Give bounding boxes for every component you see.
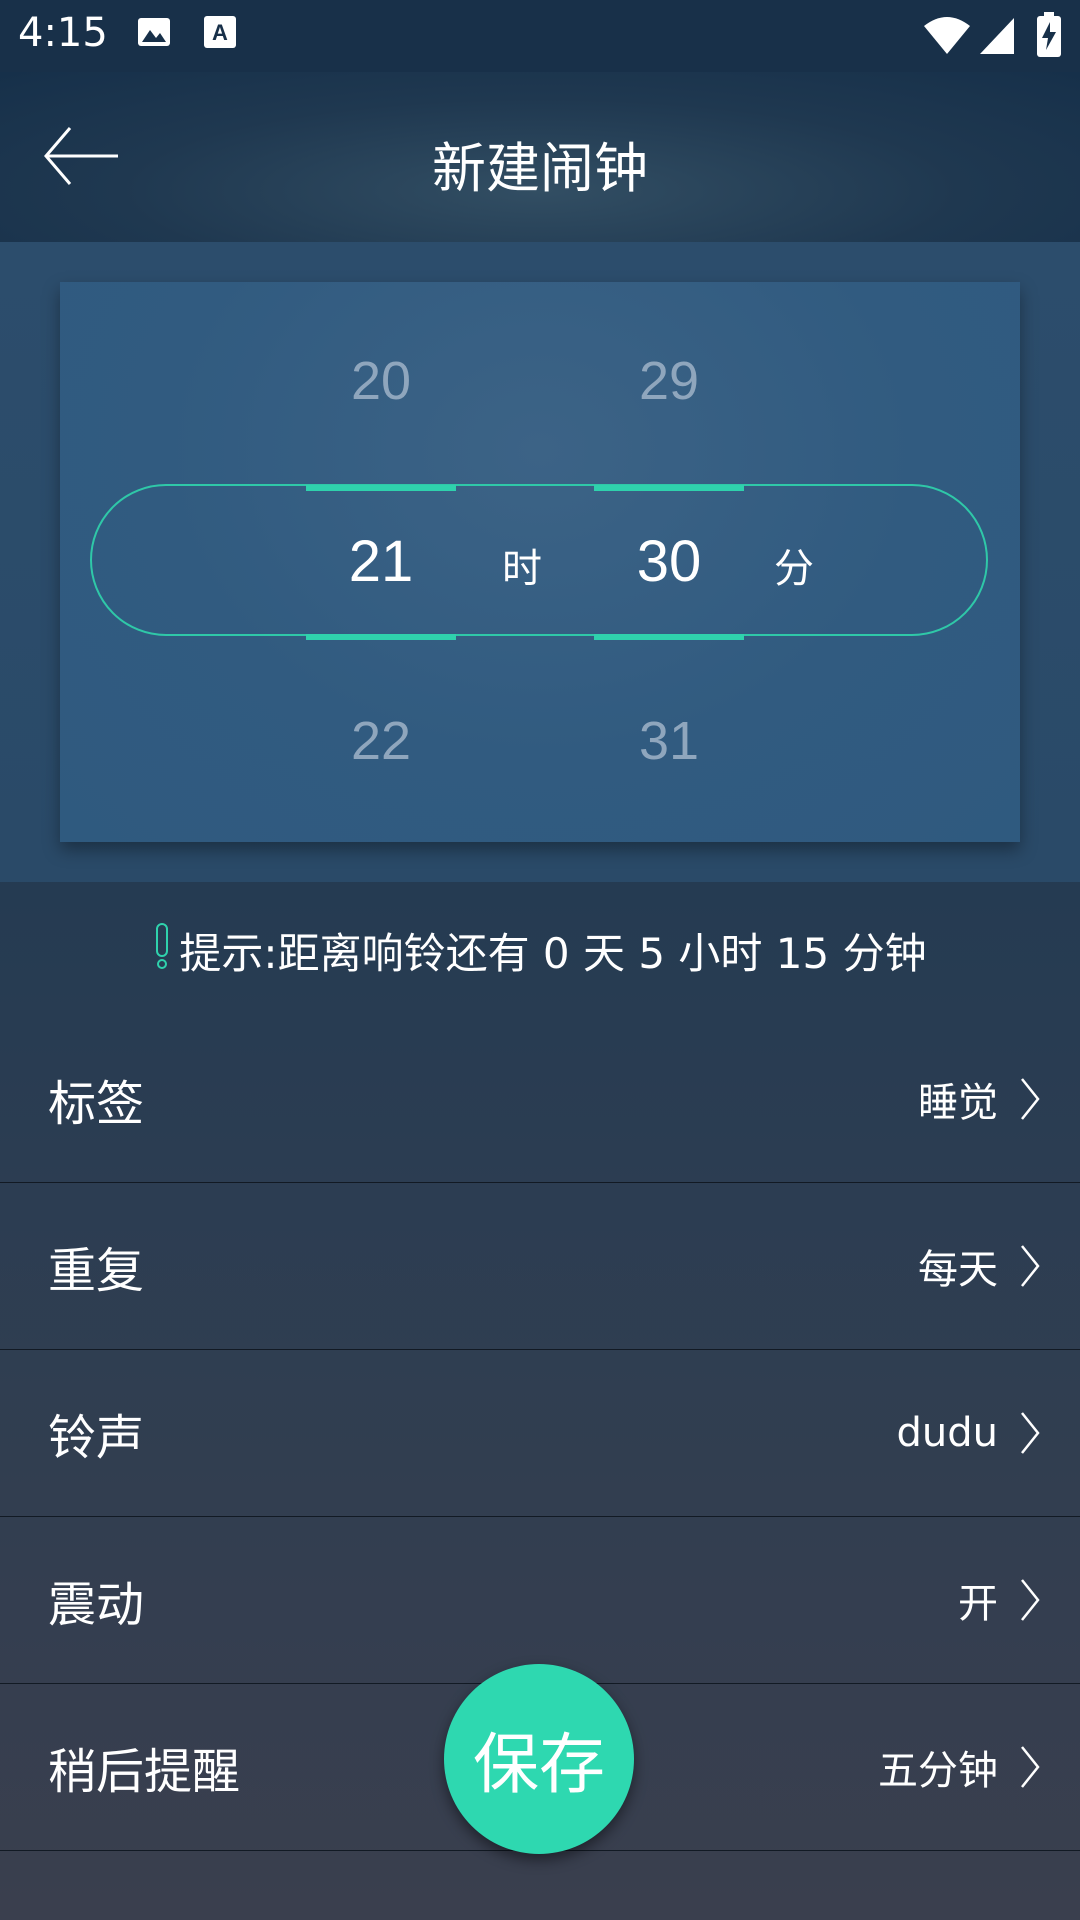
app-header: 新建闹钟 bbox=[0, 72, 1080, 242]
hour-top-indicator bbox=[306, 485, 456, 491]
signal-icon bbox=[978, 16, 1016, 60]
minute-selected[interactable]: 30 bbox=[594, 528, 744, 595]
hour-unit: 时 bbox=[502, 546, 542, 592]
setting-value: 开 bbox=[958, 1581, 998, 1627]
image-icon bbox=[136, 14, 172, 54]
status-time: 4:15 bbox=[18, 10, 108, 56]
wifi-icon bbox=[922, 16, 972, 60]
setting-value: dudu bbox=[896, 1410, 998, 1456]
hour-bottom-indicator bbox=[306, 634, 456, 640]
setting-label: 铃声 bbox=[48, 1410, 145, 1466]
setting-value: 每天 bbox=[918, 1247, 998, 1293]
chevron-right-icon bbox=[1018, 1409, 1042, 1457]
setting-label: 标签 bbox=[48, 1076, 145, 1132]
setting-row-ringtone[interactable]: 铃声 dudu bbox=[0, 1350, 1080, 1517]
hour-next[interactable]: 22 bbox=[306, 710, 456, 772]
hour-selected[interactable]: 21 bbox=[306, 528, 456, 595]
svg-text:A: A bbox=[212, 20, 228, 45]
minute-next[interactable]: 31 bbox=[594, 710, 744, 772]
status-bar: 4:15 A bbox=[0, 0, 1080, 72]
save-button[interactable]: 保存 bbox=[444, 1664, 634, 1854]
chevron-right-icon bbox=[1018, 1242, 1042, 1290]
ring-countdown-hint: 提示:距离响铃还有 0 天 5 小时 15 分钟 bbox=[0, 920, 1080, 981]
setting-label: 震动 bbox=[48, 1577, 145, 1633]
setting-value: 睡觉 bbox=[918, 1080, 998, 1126]
minute-prev[interactable]: 29 bbox=[594, 350, 744, 412]
text-a-icon: A bbox=[202, 14, 238, 54]
minute-top-indicator bbox=[594, 485, 744, 491]
hour-prev[interactable]: 20 bbox=[306, 350, 456, 412]
minute-unit: 分 bbox=[774, 546, 814, 592]
page-title: 新建闹钟 bbox=[432, 137, 648, 200]
battery-charging-icon bbox=[1036, 12, 1062, 62]
exclamation-icon bbox=[153, 922, 171, 980]
time-picker-area: 20 21 22 时 29 30 31 分 bbox=[0, 242, 1080, 882]
setting-row-label[interactable]: 标签 睡觉 bbox=[0, 1016, 1080, 1183]
chevron-right-icon bbox=[1018, 1576, 1042, 1624]
setting-value: 五分钟 bbox=[878, 1748, 998, 1794]
setting-row-vibrate[interactable]: 震动 开 bbox=[0, 1517, 1080, 1684]
hint-text: 提示:距离响铃还有 0 天 5 小时 15 分钟 bbox=[179, 929, 927, 978]
chevron-right-icon bbox=[1018, 1743, 1042, 1791]
minute-bottom-indicator bbox=[594, 634, 744, 640]
setting-label: 重复 bbox=[48, 1243, 145, 1299]
time-picker: 20 21 22 时 29 30 31 分 bbox=[60, 282, 1020, 842]
chevron-right-icon bbox=[1018, 1075, 1042, 1123]
setting-label: 稍后提醒 bbox=[48, 1744, 241, 1800]
setting-row-repeat[interactable]: 重复 每天 bbox=[0, 1183, 1080, 1350]
